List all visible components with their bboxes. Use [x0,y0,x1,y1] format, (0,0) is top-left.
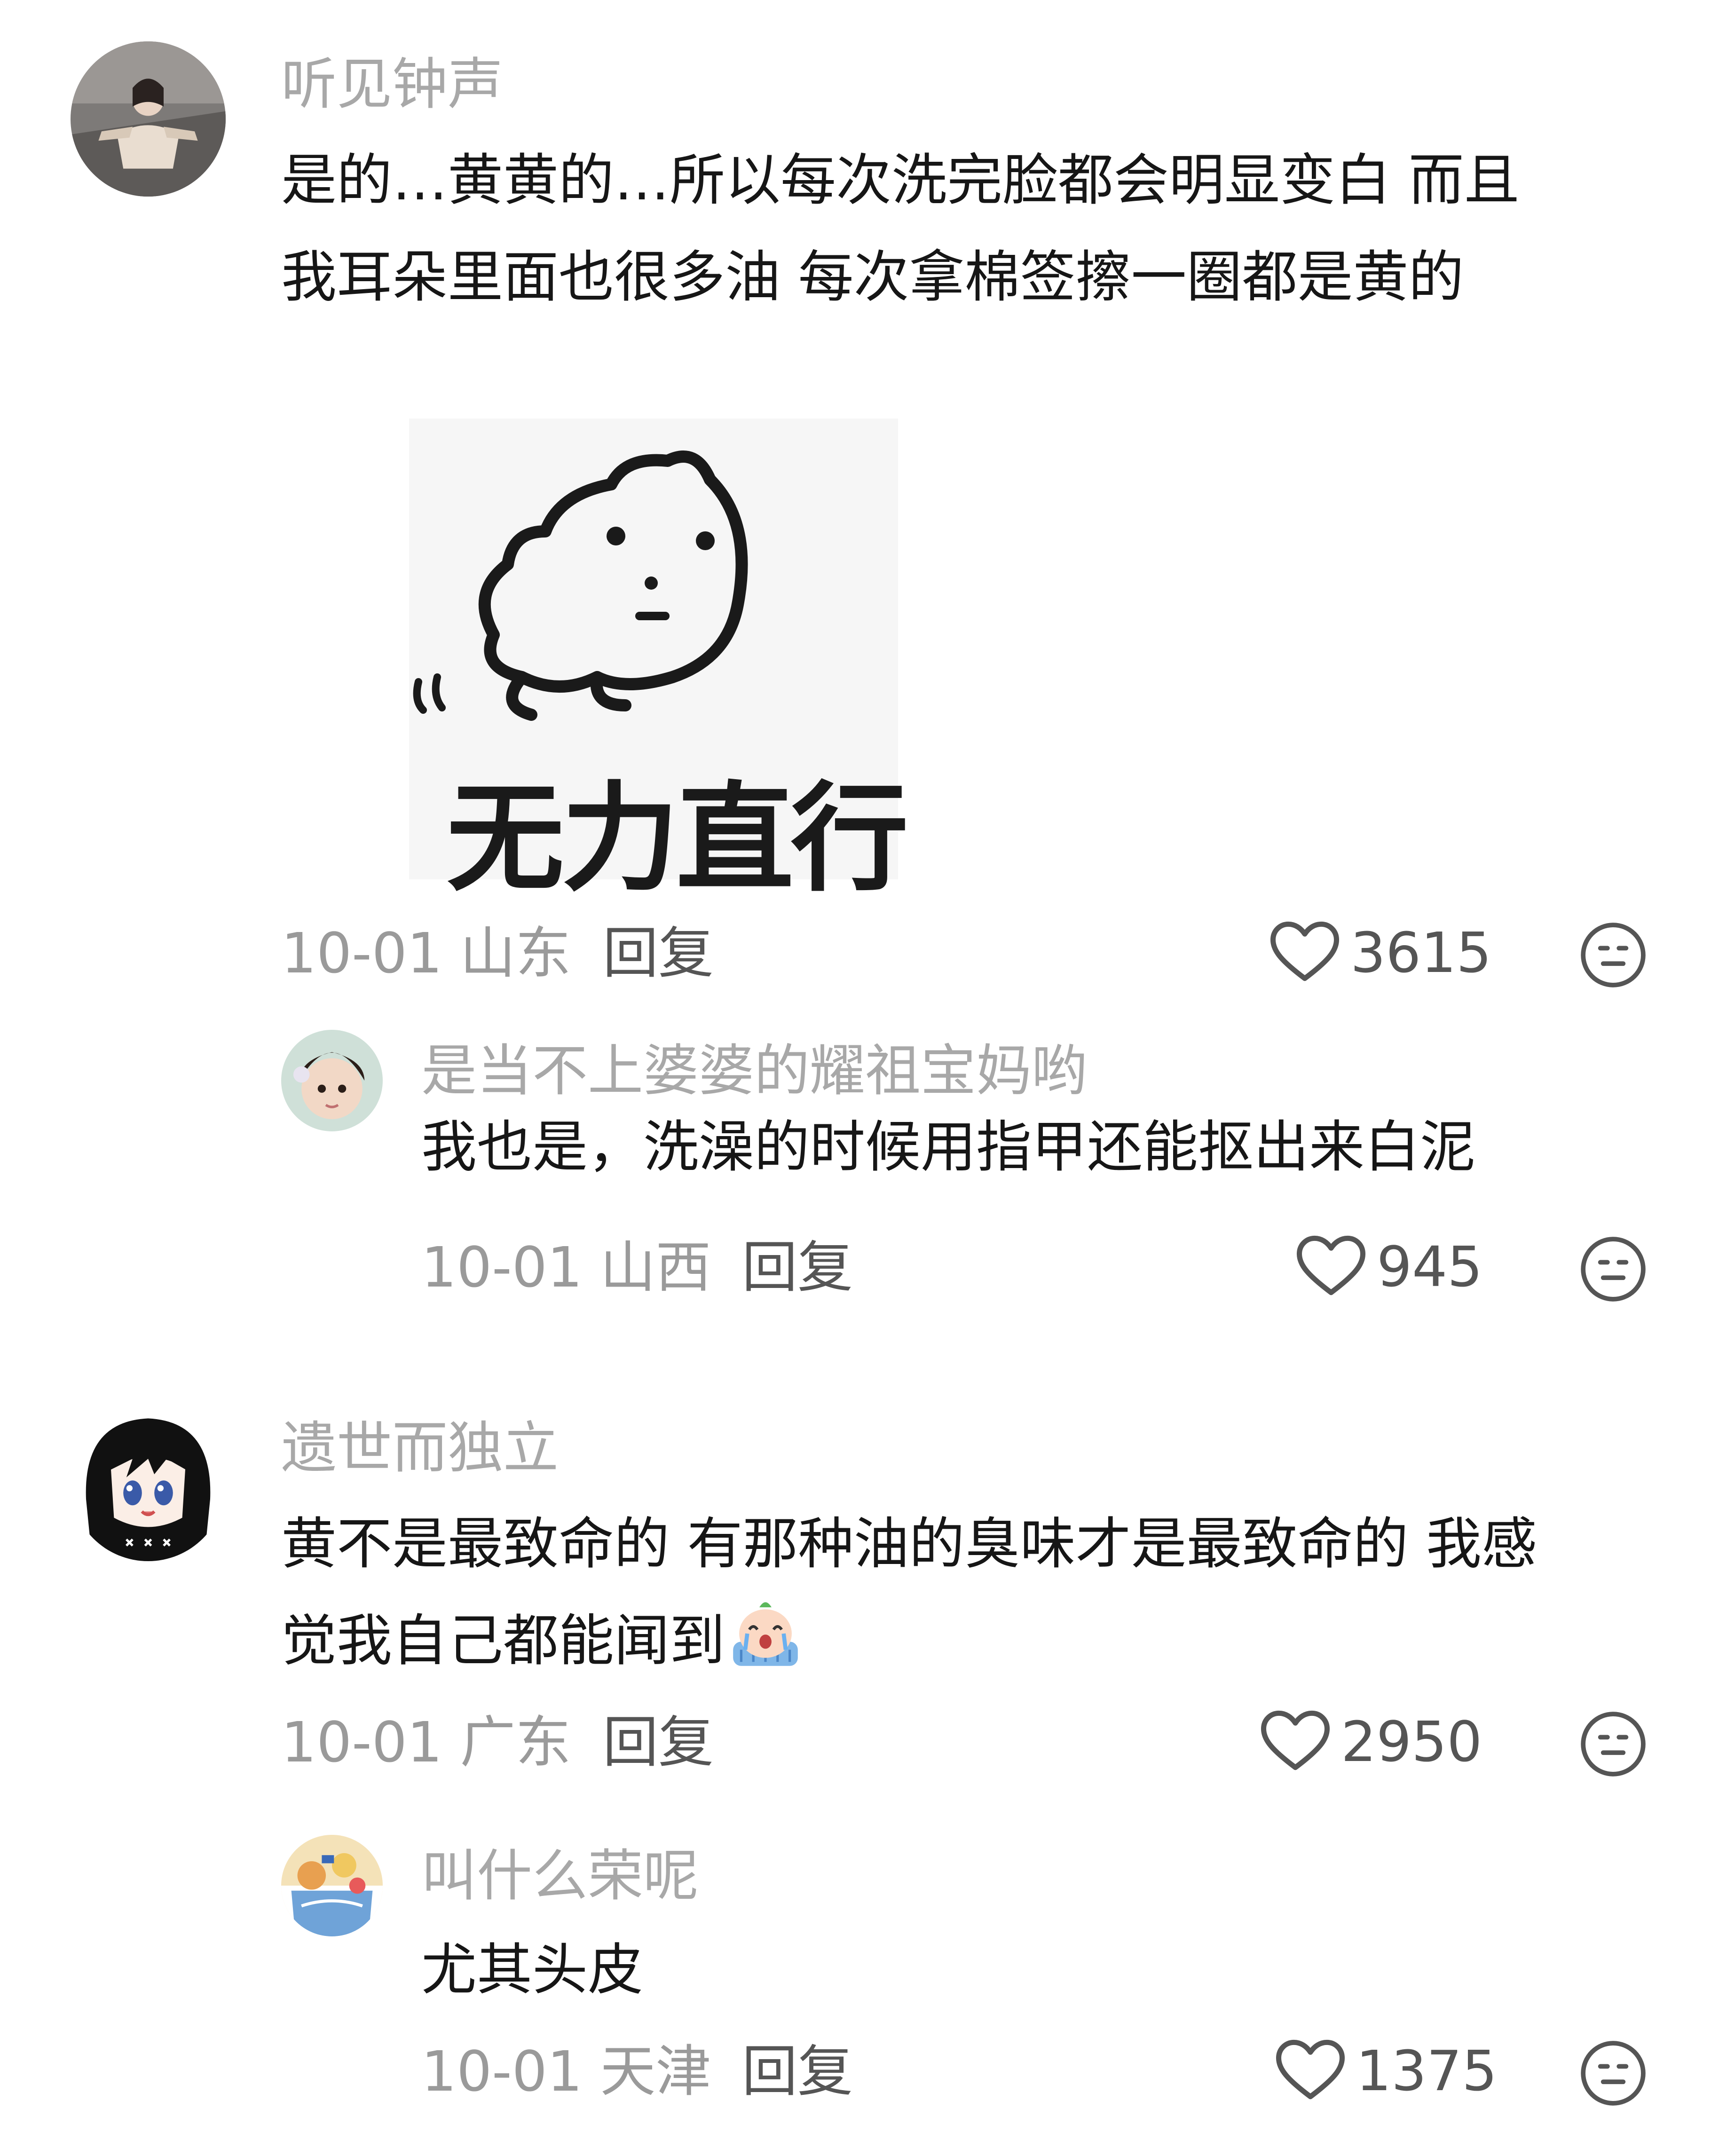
avatar[interactable] [71,41,226,197]
avatar-image [281,1030,383,1131]
like-button[interactable]: 1375 [1275,2039,1497,2102]
sticker-caption: 无力直行 [447,770,908,907]
comment-text-line: 是的…黄黄的…所以每次洗完脸都会明显变白 而且 [281,148,1520,213]
heart-outline-icon [1296,1235,1366,1295]
comment-date: 10-01 [281,921,442,986]
reply-text: 尤其头皮 [421,1937,644,2002]
comment-text-line: 我耳朵里面也很多油 每次拿棉签擦一圈都是黄的 [281,245,1464,309]
reply-date: 10-01 [421,1235,583,1300]
like-count: 945 [1377,1234,1483,1299]
reply-username[interactable]: 是当不上婆婆的耀祖宝妈哟 [421,1043,1087,1098]
comment-text-line: 黄不是最致命的 有那种油的臭味才是最致命的 我感 [281,1511,1538,1576]
reply-location: 天津 [600,2039,711,2104]
comment-date-location: 10-01 广东 [281,1714,571,1770]
sticker-image[interactable]: 无力直行 [404,414,908,907]
dislike-button[interactable] [1579,921,1648,989]
reply-button[interactable]: 回复 [603,1714,714,1770]
comment-username[interactable]: 遗世而独立 [281,1420,559,1476]
heart-outline-icon [1270,921,1340,981]
comment-location: 山东 [460,921,571,986]
reply-location: 山西 [600,1235,711,1300]
meh-face-icon [1581,923,1646,987]
avatar-image [71,41,226,197]
comment-username[interactable]: 听见钟声 [281,56,503,112]
reply-date-location: 10-01 山西 [421,1240,711,1295]
reply-text: 我也是，洗澡的时候用指甲还能抠出来白泥 [421,1114,1476,1179]
dislike-button[interactable] [1579,1710,1648,1778]
like-button[interactable]: 3615 [1270,921,1491,984]
reply-button[interactable]: 回复 [742,2044,853,2099]
like-count: 3615 [1350,920,1492,985]
avatar-image [281,1835,383,1936]
like-count: 2950 [1341,1709,1482,1774]
comment-text: 黄不是最致命的 有那种油的臭味才是最致命的 我感 觉我自己都能闻到 [281,1495,1537,1689]
reply-date-location: 10-01 天津 [421,2044,711,2099]
comment-date-location: 10-01 山东 [281,925,571,981]
crying-face-emoji [725,1593,806,1674]
avatar[interactable] [71,1406,226,1561]
avatar-image [71,1406,226,1561]
like-button[interactable]: 2950 [1260,1710,1482,1773]
reply-avatar[interactable] [281,1835,383,1936]
like-count: 1375 [1356,2038,1498,2103]
meh-face-icon [1581,1712,1646,1777]
like-button[interactable]: 945 [1296,1235,1482,1298]
comment-text-line: 觉我自己都能闻到 [281,1592,1537,1689]
meh-face-icon [1581,1237,1646,1302]
reply-username[interactable]: 叫什么荣呢 [421,1848,699,1903]
reply-date: 10-01 [421,2039,583,2104]
comment-text-fragment: 觉我自己都能闻到 [281,1608,725,1673]
heart-outline-icon [1261,1710,1330,1770]
dislike-button[interactable] [1579,2039,1648,2108]
comment-date: 10-01 [281,1710,442,1775]
comment-location: 广东 [460,1710,571,1775]
dislike-button[interactable] [1579,1235,1648,1303]
heart-outline-icon [1276,2039,1345,2100]
reply-button[interactable]: 回复 [742,1240,853,1295]
meh-face-icon [1581,2041,1646,2106]
reply-avatar[interactable] [281,1030,383,1131]
comment-text: 是的…黄黄的…所以每次洗完脸都会明显变白 而且 我耳朵里面也很多油 每次拿棉签擦… [281,132,1520,325]
reply-button[interactable]: 回复 [603,925,714,981]
